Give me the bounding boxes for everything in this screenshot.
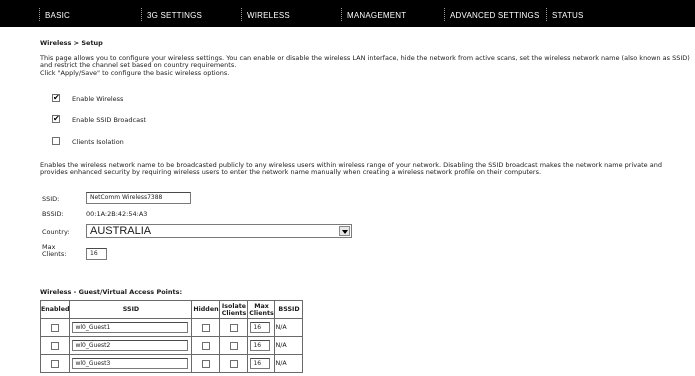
nav-separator (341, 8, 342, 21)
col-ssid: SSID (69, 300, 193, 319)
guest3-ssid-input[interactable]: wl0_Guest3 (72, 358, 189, 369)
nav-3g-settings-label: 3G SETTINGS (147, 11, 203, 20)
nav-wireless-label: WIRELESS (247, 11, 290, 20)
guest2-enabled-checkbox[interactable] (51, 341, 60, 350)
guest2-bssid: N/A (274, 336, 304, 355)
cell-isolate (219, 336, 249, 355)
cell-enabled (39, 336, 71, 355)
cell-max: 16 (247, 318, 276, 337)
nav-separator (241, 8, 242, 21)
table-header-row: Enabled SSID Hidden Isolate Clients Max … (39, 300, 304, 319)
nav-status-label: STATUS (552, 11, 584, 20)
bssid-label: BSSID: (42, 210, 64, 218)
country-label: Country: (42, 228, 70, 236)
col-hidden: Hidden (191, 300, 221, 319)
nav-advanced-settings[interactable]: ADVANCED SETTINGS (444, 0, 540, 27)
cell-max: 16 (247, 336, 276, 355)
page-intro: This page allows you to configure your w… (40, 54, 690, 77)
enable-ssid-broadcast-checkbox[interactable] (52, 114, 60, 124)
nav-management[interactable]: MANAGEMENT (341, 0, 407, 27)
nav-separator (39, 8, 40, 21)
page-title: Wireless > Setup (40, 39, 103, 47)
col-isolate-clients: Isolate Clients (219, 300, 249, 319)
cell-ssid: wl0_Guest1 (69, 318, 193, 337)
guest2-max-clients-input[interactable]: 16 (250, 340, 271, 351)
guest2-ssid-input[interactable]: wl0_Guest2 (72, 340, 189, 351)
clients-isolation-checkbox[interactable] (52, 137, 60, 145)
nav-basic-label: BASIC (45, 11, 71, 20)
bssid-value: 00:1A:2B:42:54:A3 (86, 210, 148, 218)
guest1-max-clients-input[interactable]: 16 (250, 322, 271, 333)
guest2-isolate-checkbox[interactable] (229, 341, 238, 350)
cell-enabled (39, 354, 71, 373)
cell-isolate (219, 354, 249, 373)
cell-hidden (191, 354, 221, 373)
country-selected-value: AUSTRALIA (90, 225, 152, 237)
guest-ap-title: Wireless - Guest/Virtual Access Points: (40, 288, 183, 296)
col-enabled: Enabled (39, 300, 71, 319)
enable-wireless-checkbox[interactable] (52, 93, 60, 103)
chevron-down-icon[interactable] (339, 226, 350, 236)
max-clients-input[interactable]: 16 (86, 248, 107, 260)
nav-advanced-settings-label: ADVANCED SETTINGS (450, 11, 540, 20)
guest1-enabled-checkbox[interactable] (51, 323, 60, 332)
nav-separator (546, 8, 547, 21)
guest3-isolate-checkbox[interactable] (229, 359, 238, 368)
enable-ssid-broadcast-label: Enable SSID Broadcast (72, 116, 147, 124)
guest-ap-table: Enabled SSID Hidden Isolate Clients Max … (39, 300, 304, 373)
cell-ssid: wl0_Guest2 (69, 336, 193, 355)
guest1-hidden-checkbox[interactable] (201, 323, 210, 332)
guest1-isolate-checkbox[interactable] (229, 323, 238, 332)
top-nav-bar: BASIC 3G SETTINGS WIRELESS MANAGEMENT AD… (0, 0, 695, 27)
nav-status[interactable]: STATUS (546, 0, 584, 27)
nav-separator (141, 8, 142, 21)
intro-text: This page allows you to configure your w… (40, 54, 690, 77)
enable-wireless-label: Enable Wireless (72, 95, 124, 103)
ssid-input[interactable]: NetComm Wireless7388 (86, 192, 191, 204)
nav-3g-settings[interactable]: 3G SETTINGS (141, 0, 203, 27)
cell-isolate (219, 318, 249, 337)
clients-isolation-label: Clients Isolation (72, 138, 124, 146)
cell-hidden (191, 318, 221, 337)
col-max-clients: Max Clients (247, 300, 276, 319)
nav-basic[interactable]: BASIC (39, 0, 71, 27)
guest3-bssid: N/A (274, 354, 304, 373)
col-bssid: BSSID (274, 300, 304, 319)
max-clients-label: Max Clients: (42, 243, 67, 259)
ssid-broadcast-note: Enables the wireless network name to be … (40, 161, 662, 177)
cell-max: 16 (247, 354, 276, 373)
table-row: wl0_Guest1 16 N/A (39, 318, 304, 337)
guest3-enabled-checkbox[interactable] (51, 359, 60, 368)
nav-management-label: MANAGEMENT (347, 11, 407, 20)
guest3-hidden-checkbox[interactable] (201, 359, 210, 368)
guest1-bssid: N/A (274, 318, 304, 337)
ssid-label: SSID: (42, 195, 60, 203)
cell-enabled (39, 318, 71, 337)
country-select[interactable]: AUSTRALIA (86, 224, 352, 238)
guest1-ssid-input[interactable]: wl0_Guest1 (72, 322, 189, 333)
cell-hidden (191, 336, 221, 355)
table-row: wl0_Guest2 16 N/A (39, 336, 304, 355)
guest2-hidden-checkbox[interactable] (201, 341, 210, 350)
guest3-max-clients-input[interactable]: 16 (250, 358, 271, 369)
nav-wireless[interactable]: WIRELESS (241, 0, 290, 27)
cell-ssid: wl0_Guest3 (69, 354, 193, 373)
table-row: wl0_Guest3 16 N/A (39, 354, 304, 373)
nav-separator (444, 8, 445, 21)
